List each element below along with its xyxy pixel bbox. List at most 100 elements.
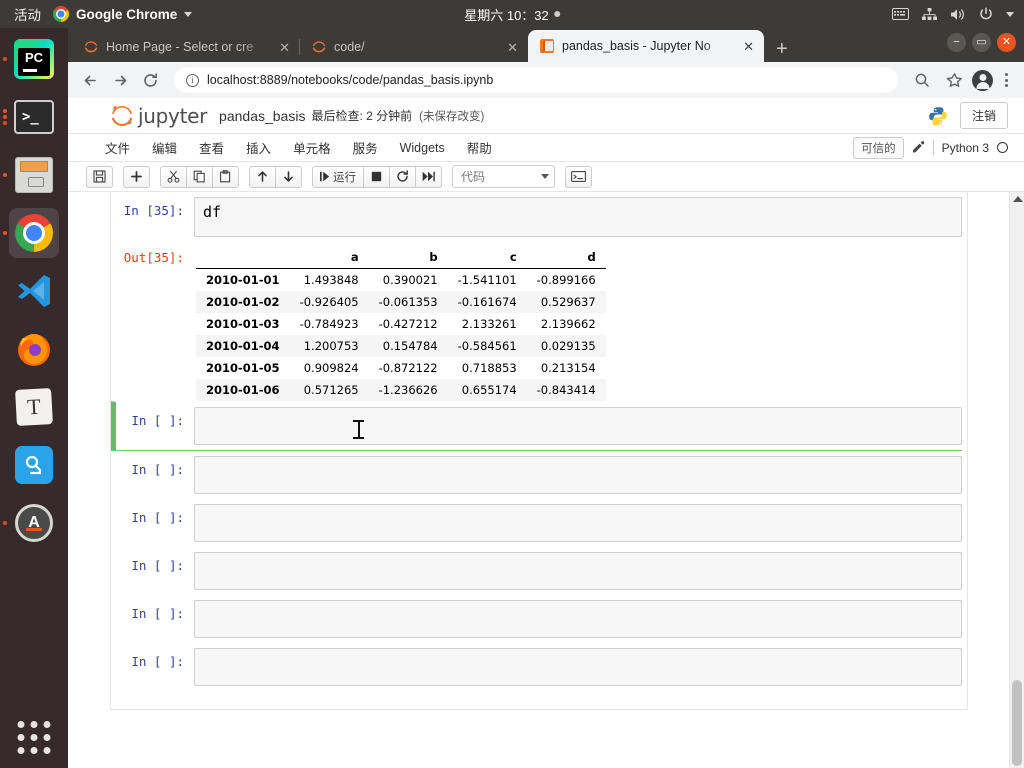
chevron-down-icon <box>541 174 549 179</box>
code-editor[interactable] <box>194 648 962 686</box>
dock-item-files[interactable] <box>3 150 59 200</box>
paste-cell-button[interactable] <box>212 165 239 188</box>
notebook-name[interactable]: pandas_basis <box>219 108 305 124</box>
jupyter-logo[interactable]: jupyter <box>110 104 207 128</box>
browser-tab-home-page[interactable]: Home Page - Select or cre ✕ <box>72 32 300 62</box>
minimize-button[interactable]: − <box>947 33 966 52</box>
network-icon[interactable] <box>922 7 937 21</box>
cell-value: 0.390021 <box>382 273 438 287</box>
dock-item-pycharm[interactable] <box>3 34 59 84</box>
move-cell-up-button[interactable] <box>249 165 276 188</box>
code-editor[interactable]: df <box>194 197 962 237</box>
keyboard-layout-icon[interactable] <box>892 8 909 20</box>
menu-edit[interactable]: 编辑 <box>141 135 188 160</box>
logout-button[interactable]: 注销 <box>959 102 1008 129</box>
chevron-down-icon <box>184 11 193 17</box>
table-row: 2010-01-03 -0.784923 -0.427212 2.133261 … <box>196 313 606 335</box>
new-tab-button[interactable]: + <box>764 39 800 62</box>
pencil-icon <box>912 140 925 156</box>
trusted-badge[interactable]: 可信的 <box>853 136 904 159</box>
cell-value: -0.899166 <box>536 273 596 287</box>
dock-item-terminal[interactable]: >_ <box>3 92 59 142</box>
notebook-cell-input[interactable]: In [35]: df <box>116 192 962 242</box>
forward-button[interactable] <box>106 66 134 94</box>
move-cell-down-button[interactable] <box>275 165 302 188</box>
copy-cell-button[interactable] <box>186 165 213 188</box>
profile-avatar[interactable] <box>972 69 993 91</box>
restart-kernel-button[interactable] <box>389 165 416 188</box>
close-icon[interactable]: ✕ <box>741 40 756 53</box>
dock-item-vscode[interactable] <box>9 266 59 316</box>
app-menu-chrome[interactable]: Google Chrome <box>53 6 193 22</box>
insert-cell-below-button[interactable] <box>123 165 150 188</box>
menu-widgets[interactable]: Widgets <box>389 138 456 158</box>
notebook-cell-input[interactable]: In [ ]: <box>116 499 962 547</box>
menu-kernel[interactable]: 服务 <box>342 135 389 160</box>
notebook-cell-input[interactable]: In [ ]: <box>116 595 962 643</box>
dock-item-software-updater[interactable]: A <box>3 498 59 548</box>
code-editor[interactable] <box>194 504 962 542</box>
code-editor[interactable] <box>194 456 962 494</box>
menu-file[interactable]: 文件 <box>94 135 141 160</box>
dock-item-chrome[interactable] <box>3 208 59 258</box>
dock-item-sogou[interactable] <box>9 440 59 490</box>
cell-value: -1.541101 <box>457 273 517 287</box>
page-scrollbar[interactable] <box>1009 192 1024 768</box>
dock-item-firefox[interactable] <box>9 324 59 374</box>
info-icon[interactable]: i <box>186 73 199 87</box>
toolbar-group-palette <box>565 165 592 188</box>
running-indicator <box>3 107 7 127</box>
cell-type-value: 代码 <box>461 170 486 184</box>
browser-tab-pandas-basis[interactable]: pandas_basis - Jupyter No ✕ <box>528 30 764 62</box>
restart-and-run-all-button[interactable] <box>415 165 442 188</box>
back-button[interactable] <box>76 66 104 94</box>
reload-button[interactable] <box>136 66 164 94</box>
power-icon[interactable] <box>979 7 993 21</box>
address-bar[interactable]: i localhost:8889/notebooks/code/pandas_b… <box>174 67 898 93</box>
menu-view[interactable]: 查看 <box>188 135 235 160</box>
sogou-input-icon <box>15 446 53 484</box>
run-cell-button[interactable]: 运行 <box>312 165 364 188</box>
cell-value: 0.571265 <box>303 383 359 397</box>
close-window-button[interactable]: ✕ <box>997 33 1016 52</box>
scrollbar-thumb[interactable] <box>1012 680 1022 766</box>
code-editor[interactable] <box>194 552 962 590</box>
close-icon[interactable]: ✕ <box>505 41 520 54</box>
jupyter-icon <box>312 40 326 54</box>
notebook-cell-input[interactable]: In [ ]: <box>116 451 962 499</box>
code-editor[interactable] <box>194 407 962 445</box>
menu-insert[interactable]: 插入 <box>235 135 282 160</box>
browser-tab-code[interactable]: code/ ✕ <box>299 32 528 62</box>
cell-value: -0.427212 <box>378 317 438 331</box>
system-tray[interactable] <box>892 7 1014 21</box>
chevron-down-icon[interactable] <box>1006 11 1014 17</box>
interrupt-kernel-button[interactable] <box>363 165 390 188</box>
maximize-button[interactable]: ▭ <box>972 33 991 52</box>
notebook-cell-input[interactable]: In [ ]: <box>116 643 962 691</box>
checkpoint-status: 最后检查: 2 分钟前 <box>311 109 413 123</box>
menu-cell[interactable]: 单元格 <box>282 135 342 160</box>
activities-button[interactable]: 活动 <box>0 4 53 24</box>
close-icon[interactable]: ✕ <box>277 41 292 54</box>
code-editor[interactable] <box>194 600 962 638</box>
save-button[interactable] <box>86 165 113 188</box>
command-palette-button[interactable] <box>565 165 592 188</box>
clock[interactable]: 星期六 10：32 <box>464 5 560 24</box>
chrome-menu-icon[interactable] <box>997 73 1016 87</box>
cell-value: 0.213154 <box>540 361 596 375</box>
notebook-cell-input[interactable]: In [ ]: <box>116 547 962 595</box>
volume-icon[interactable] <box>950 8 966 21</box>
show-applications-button[interactable] <box>17 721 51 754</box>
cell-type-select[interactable]: 代码 <box>452 165 555 188</box>
jupyter-menubar: 文件 编辑 查看 插入 单元格 服务 Widgets 帮助 可信的 Python… <box>68 134 1024 162</box>
notebook-cell-selected[interactable]: In [ ]: <box>111 401 962 451</box>
cut-cell-button[interactable] <box>160 165 187 188</box>
bookmark-star-icon[interactable] <box>940 66 968 94</box>
search-icon[interactable] <box>908 66 936 94</box>
menu-help[interactable]: 帮助 <box>456 135 503 160</box>
kernel-name: Python 3 <box>941 140 989 155</box>
cell-prompt: In [ ]: <box>131 606 184 621</box>
dock-item-typora[interactable]: T <box>9 382 59 432</box>
table-row: 2010-01-05 0.909824 -0.872122 0.718853 0… <box>196 357 606 379</box>
scroll-up-icon[interactable] <box>1013 196 1023 202</box>
